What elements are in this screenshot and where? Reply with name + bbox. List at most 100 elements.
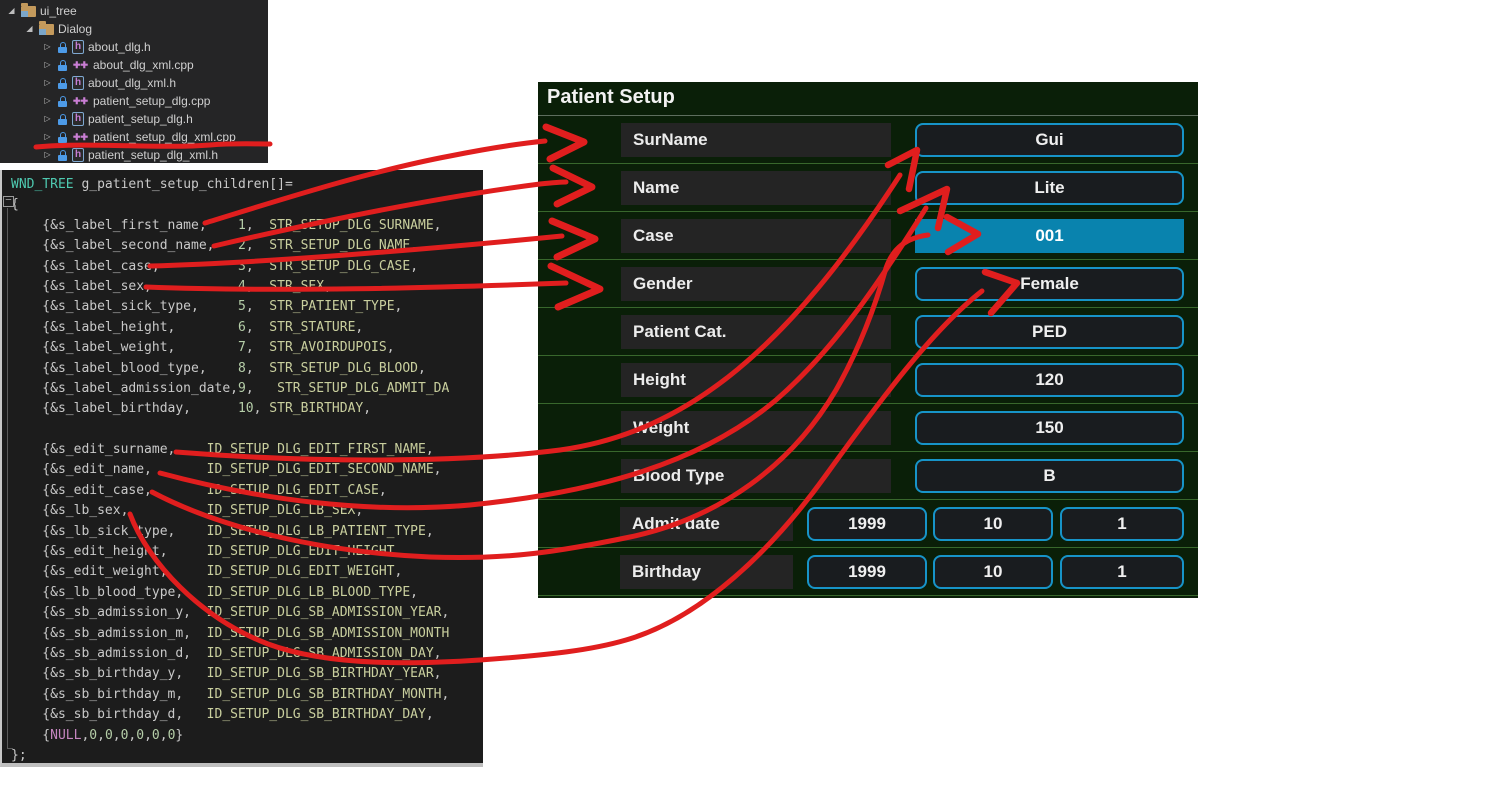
code-token: , xyxy=(434,218,442,233)
code-token: , xyxy=(246,238,269,253)
spinbox-birthday-1[interactable]: 10 xyxy=(933,555,1053,589)
code-token: 0 xyxy=(152,728,160,743)
value-box-surname[interactable]: Gui xyxy=(915,123,1184,157)
tree-item-patient_setup_dlg.h[interactable]: ▷hpatient_setup_dlg.h xyxy=(0,110,268,128)
code-line: {&s_lb_blood_type, ID_SETUP_DLG_LB_BLOOD… xyxy=(11,583,449,603)
code-token: , xyxy=(395,544,403,559)
code-token: STR_SETUP_DLG_NAME xyxy=(269,238,410,253)
code-token: ID_SETUP_DLG_SB_BIRTHDAY_MONTH xyxy=(207,687,442,702)
code-token: {&s_sb_admission_d, xyxy=(11,646,207,661)
code-token: ID_SETUP_DLG_LB_PATIENT_TYPE xyxy=(207,524,426,539)
code-line: {&s_sb_birthday_d, ID_SETUP_DLG_SB_BIRTH… xyxy=(11,705,449,725)
lock-icon xyxy=(57,59,68,72)
value-box-name[interactable]: Lite xyxy=(915,171,1184,205)
row-separator xyxy=(538,259,1198,260)
code-token: 7 xyxy=(238,340,246,355)
code-line: {NULL,0,0,0,0,0,0} xyxy=(11,726,449,746)
fold-guide-line xyxy=(7,208,8,748)
value-box-gender[interactable]: Female xyxy=(915,267,1184,301)
code-line: {&s_label_height, 6, STR_STATURE, xyxy=(11,318,449,338)
code-line: {&s_sb_admission_y, ID_SETUP_DLG_SB_ADMI… xyxy=(11,603,449,623)
spinbox-admit-date-0[interactable]: 1999 xyxy=(807,507,927,541)
expander-collapsed-icon[interactable]: ▷ xyxy=(42,146,53,164)
value-box-height[interactable]: 120 xyxy=(915,363,1184,397)
code-token: {&s_sb_admission_y, xyxy=(11,605,207,620)
expander-collapsed-icon[interactable]: ▷ xyxy=(42,74,53,92)
folder-icon xyxy=(21,6,36,17)
tree-item-patient_setup_dlg_xml.h[interactable]: ▷hpatient_setup_dlg_xml.h xyxy=(0,146,268,164)
value-box-patient-cat-[interactable]: PED xyxy=(915,315,1184,349)
spinbox-birthday-2[interactable]: 1 xyxy=(1060,555,1184,589)
code-token: 4 xyxy=(238,279,246,294)
code-token: {&s_label_blood_type, xyxy=(11,361,238,376)
value-box-case[interactable]: 001 xyxy=(915,219,1184,253)
code-token: 1 xyxy=(238,218,246,233)
code-token: , xyxy=(246,299,269,314)
value-box-weight[interactable]: 150 xyxy=(915,411,1184,445)
tree-item-label: about_dlg_xml.cpp xyxy=(93,58,194,72)
code-token: , xyxy=(434,462,442,477)
expander-expanded-icon[interactable]: ◢ xyxy=(6,2,17,20)
row-separator xyxy=(538,307,1198,308)
code-token: ID_SETUP_DLG_LB_SEX xyxy=(207,503,356,518)
patient-setup-dialog: Patient Setup SurNameGuiNameLiteCase001G… xyxy=(538,82,1198,598)
dialog-bottom-separator xyxy=(538,595,1198,596)
tree-item-label: about_dlg.h xyxy=(88,40,151,54)
expander-expanded-icon[interactable]: ◢ xyxy=(24,20,35,38)
code-token: {&s_sb_birthday_d, xyxy=(11,707,207,722)
field-label-weight: Weight xyxy=(621,411,891,445)
expander-collapsed-icon[interactable]: ▷ xyxy=(42,38,53,56)
spinbox-admit-date-2[interactable]: 1 xyxy=(1060,507,1184,541)
code-token: 2 xyxy=(238,238,246,253)
code-line: {&s_label_sex, 4, STR_SEX, xyxy=(11,277,449,297)
expander-collapsed-icon[interactable]: ▷ xyxy=(42,56,53,74)
tree-item-patient_setup_dlg.cpp[interactable]: ▷✚✚patient_setup_dlg.cpp xyxy=(0,92,268,110)
tree-item-label: patient_setup_dlg_xml.h xyxy=(88,148,218,162)
code-token: {&s_edit_surname, xyxy=(11,442,207,457)
file-tree: ◢ui_tree◢Dialog▷habout_dlg.h▷✚✚about_dlg… xyxy=(0,0,268,163)
field-label-height: Height xyxy=(621,363,891,397)
tree-item-ui_tree[interactable]: ◢ui_tree xyxy=(0,2,268,20)
tree-item-label: patient_setup_dlg.cpp xyxy=(93,94,210,108)
code-fold-marker[interactable]: – xyxy=(3,196,14,207)
header-file-icon: h xyxy=(72,40,84,54)
code-token: ID_SETUP_DLG_EDIT_SECOND_NAME xyxy=(207,462,434,477)
spinbox-admit-date-1[interactable]: 10 xyxy=(933,507,1053,541)
code-editor[interactable]: – WND_TREE g_patient_setup_children[]={ … xyxy=(0,170,483,767)
folder-icon xyxy=(39,24,54,35)
expander-collapsed-icon[interactable]: ▷ xyxy=(42,128,53,146)
cpp-file-icon: ✚✚ xyxy=(72,60,89,71)
tree-item-Dialog[interactable]: ◢Dialog xyxy=(0,20,268,38)
expander-collapsed-icon[interactable]: ▷ xyxy=(42,110,53,128)
code-token: , xyxy=(363,401,371,416)
code-token: , xyxy=(246,259,269,274)
tree-item-about_dlg.h[interactable]: ▷ h about_dlg.h xyxy=(0,38,268,56)
expander-collapsed-icon[interactable]: ▷ xyxy=(42,92,53,110)
code-token: {&s_label_admission_date, xyxy=(11,381,238,396)
code-line: {&s_sb_birthday_m, ID_SETUP_DLG_SB_BIRTH… xyxy=(11,685,449,705)
tree-item-patient_setup_dlg_xml.cpp[interactable]: ▷✚✚patient_setup_dlg_xml.cpp xyxy=(0,128,268,146)
field-label-name: Name xyxy=(621,171,891,205)
lock-icon xyxy=(57,41,68,54)
code-token: , xyxy=(246,218,269,233)
code-token: , xyxy=(426,442,434,457)
code-token: STR_SETUP_DLG_SURNAME xyxy=(269,218,433,233)
code-line: {&s_edit_case, ID_SETUP_DLG_EDIT_CASE, xyxy=(11,481,449,501)
screenshot-stage: ◢ui_tree◢Dialog▷habout_dlg.h▷✚✚about_dlg… xyxy=(0,0,1490,804)
code-token: {&s_label_height, xyxy=(11,320,238,335)
code-token: {&s_lb_blood_type, xyxy=(11,585,207,600)
code-token: 0 xyxy=(136,728,144,743)
code-line: {&s_edit_height, ID_SETUP_DLG_EDIT_HEIGH… xyxy=(11,542,449,562)
code-token: {&s_lb_sick_type, xyxy=(11,524,207,539)
value-box-blood-type[interactable]: B xyxy=(915,459,1184,493)
tree-item-about_dlg_xml.h[interactable]: ▷habout_dlg_xml.h xyxy=(0,74,268,92)
code-token: , xyxy=(426,707,434,722)
tree-item-about_dlg_xml.cpp[interactable]: ▷ ✚✚ about_dlg_xml.cpp xyxy=(0,56,268,74)
code-token: {&s_lb_sex, xyxy=(11,503,207,518)
field-label-birthday: Birthday xyxy=(620,555,793,589)
code-token: ID_SETUP_DLG_EDIT_WEIGHT xyxy=(207,564,395,579)
code-token: 6 xyxy=(238,320,246,335)
code-line: {&s_edit_surname, ID_SETUP_DLG_EDIT_FIRS… xyxy=(11,440,449,460)
code-token: STR_SETUP_DLG_CASE xyxy=(269,259,410,274)
spinbox-birthday-0[interactable]: 1999 xyxy=(807,555,927,589)
